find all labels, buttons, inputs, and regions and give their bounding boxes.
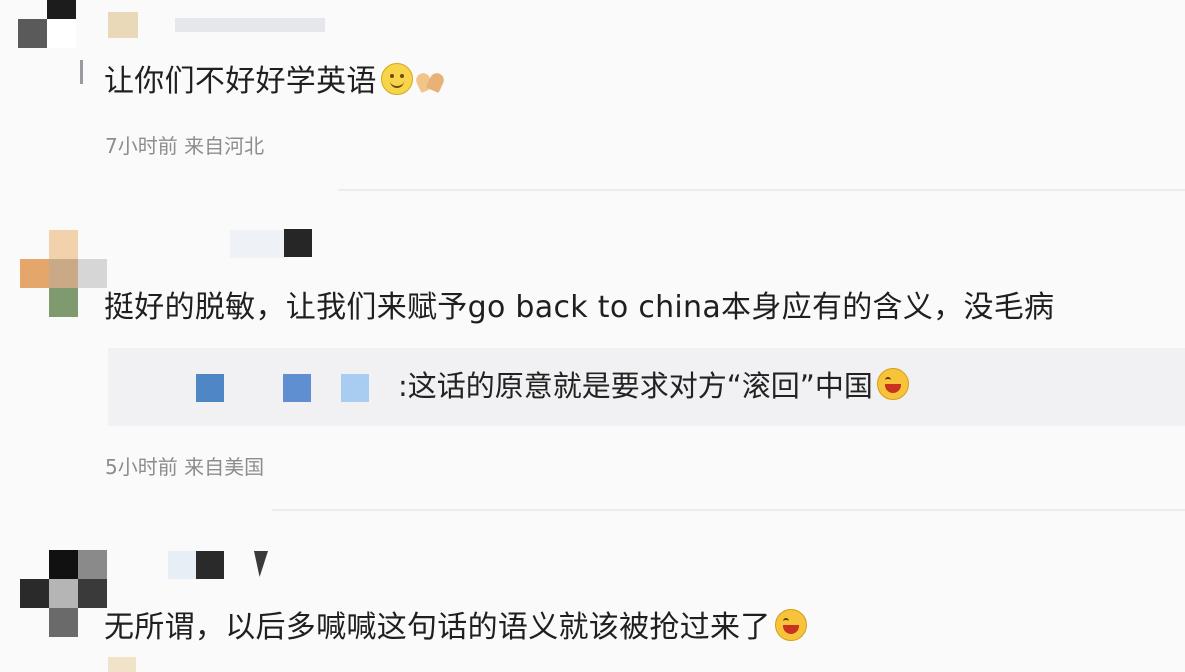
avatar[interactable] (20, 230, 110, 325)
meta-blur (108, 657, 136, 672)
smile-icon (380, 63, 413, 95)
divider (272, 509, 1185, 511)
reply-text: :这话的原意就是要求对方“滚回”中国 (398, 369, 873, 403)
reply-username-blur (341, 374, 369, 402)
reply-username-blur (283, 374, 311, 402)
comment-text: 挺好的脱敏，让我们来赋予go back to china本身应有的含义，没毛病 (104, 290, 1055, 325)
comment-meta: 5小时前 来自美国 (105, 455, 265, 479)
username-blur[interactable] (168, 551, 196, 579)
username-blur[interactable] (108, 12, 138, 38)
username-blur[interactable] (196, 551, 224, 579)
comment-text: 无所谓，以后多喊喊这句话的语义就该被抢过来了 (104, 610, 771, 645)
grinning-sweat-icon (774, 609, 807, 641)
comment-text: 让你们不好好学英语 (104, 62, 449, 102)
comment-text: 让你们不好好学英语 (104, 64, 377, 99)
username-blur[interactable] (254, 551, 268, 577)
comment-meta: 7小时前 来自河北 (105, 134, 265, 158)
username-blur[interactable] (175, 18, 325, 32)
clapping-hands-icon (415, 67, 449, 93)
comment-text: 无所谓，以后多喊喊这句话的语义就该被抢过来了 (104, 608, 807, 648)
reply-username-blur (196, 374, 224, 402)
divider (338, 189, 1185, 191)
username-blur[interactable] (230, 230, 285, 258)
laughing-icon (876, 368, 909, 400)
avatar[interactable] (20, 550, 110, 645)
avatar[interactable] (18, 0, 108, 85)
reply-text: :这话的原意就是要求对方“滚回”中国 (398, 366, 909, 406)
indent-marker (80, 60, 83, 84)
username-blur[interactable] (284, 229, 312, 257)
